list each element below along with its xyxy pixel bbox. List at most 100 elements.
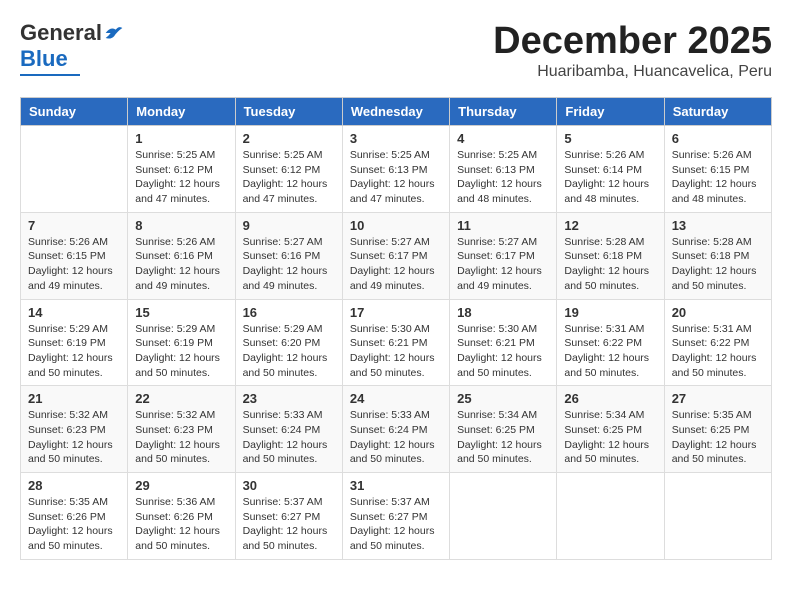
day-number: 21	[28, 391, 120, 406]
page-header: General Blue December 2025 Huaribamba, H…	[20, 20, 772, 81]
day-number: 8	[135, 218, 227, 233]
calendar-day-cell	[21, 126, 128, 213]
calendar-header-row: SundayMondayTuesdayWednesdayThursdayFrid…	[21, 98, 772, 126]
calendar-day-cell: 25Sunrise: 5:34 AM Sunset: 6:25 PM Dayli…	[450, 386, 557, 473]
calendar-table: SundayMondayTuesdayWednesdayThursdayFrid…	[20, 97, 772, 560]
calendar-day-cell: 8 Sunrise: 5:26 AM Sunset: 6:16 PM Daylig…	[128, 212, 235, 299]
calendar-day-cell: 14 Sunrise: 5:29 AM Sunset: 6:19 PM Dayli…	[21, 299, 128, 386]
day-info: Sunrise: 5:31 AM Sunset: 6:22 PM Dayligh…	[672, 322, 764, 381]
day-number: 28	[28, 478, 120, 493]
day-info: Sunrise: 5:25 AM Sunset: 6:12 PM Dayligh…	[135, 148, 227, 207]
day-info: Sunrise: 5:29 AM Sunset: 6:19 PM Dayligh…	[28, 322, 120, 381]
day-number: 26	[564, 391, 656, 406]
day-number: 16	[243, 305, 335, 320]
calendar-day-cell: 24 Sunrise: 5:33 AM Sunset: 6:24 PM Dayli…	[342, 386, 449, 473]
day-info: Sunrise: 5:35 AM Sunset: 6:25 PM Dayligh…	[672, 408, 764, 467]
day-number: 20	[672, 305, 764, 320]
calendar-day-cell: 31 Sunrise: 5:37 AM Sunset: 6:27 PM Dayli…	[342, 473, 449, 560]
calendar-day-cell: 12 Sunrise: 5:28 AM Sunset: 6:18 PM Dayli…	[557, 212, 664, 299]
calendar-day-cell: 20 Sunrise: 5:31 AM Sunset: 6:22 PM Dayli…	[664, 299, 771, 386]
calendar-day-header: Monday	[128, 98, 235, 126]
day-number: 7	[28, 218, 120, 233]
calendar-day-cell: 17Sunrise: 5:30 AM Sunset: 6:21 PM Dayli…	[342, 299, 449, 386]
day-info: Sunrise: 5:26 AM Sunset: 6:15 PM Dayligh…	[672, 148, 764, 207]
day-info: Sunrise: 5:25 AM Sunset: 6:12 PM Dayligh…	[243, 148, 335, 207]
day-info: Sunrise: 5:26 AM Sunset: 6:14 PM Dayligh…	[564, 148, 656, 207]
logo-underline	[20, 74, 80, 76]
calendar-day-cell: 23 Sunrise: 5:33 AM Sunset: 6:24 PM Dayli…	[235, 386, 342, 473]
day-info: Sunrise: 5:26 AM Sunset: 6:15 PM Dayligh…	[28, 235, 120, 294]
day-number: 19	[564, 305, 656, 320]
calendar-week-row: 21 Sunrise: 5:32 AM Sunset: 6:23 PM Dayli…	[21, 386, 772, 473]
calendar-day-cell: 4Sunrise: 5:25 AM Sunset: 6:13 PM Daylig…	[450, 126, 557, 213]
calendar-week-row: 28Sunrise: 5:35 AM Sunset: 6:26 PM Dayli…	[21, 473, 772, 560]
day-number: 3	[350, 131, 442, 146]
day-info: Sunrise: 5:33 AM Sunset: 6:24 PM Dayligh…	[350, 408, 442, 467]
title-section: December 2025 Huaribamba, Huancavelica, …	[493, 20, 772, 81]
calendar-day-cell	[664, 473, 771, 560]
day-info: Sunrise: 5:29 AM Sunset: 6:19 PM Dayligh…	[135, 322, 227, 381]
day-number: 14	[28, 305, 120, 320]
month-title: December 2025	[493, 20, 772, 63]
day-number: 24	[350, 391, 442, 406]
day-info: Sunrise: 5:29 AM Sunset: 6:20 PM Dayligh…	[243, 322, 335, 381]
day-info: Sunrise: 5:36 AM Sunset: 6:26 PM Dayligh…	[135, 495, 227, 554]
day-number: 11	[457, 218, 549, 233]
calendar-day-cell	[557, 473, 664, 560]
day-number: 25	[457, 391, 549, 406]
day-info: Sunrise: 5:30 AM Sunset: 6:21 PM Dayligh…	[457, 322, 549, 381]
calendar-day-cell: 22Sunrise: 5:32 AM Sunset: 6:23 PM Dayli…	[128, 386, 235, 473]
calendar-day-cell: 16 Sunrise: 5:29 AM Sunset: 6:20 PM Dayli…	[235, 299, 342, 386]
calendar-week-row: 7 Sunrise: 5:26 AM Sunset: 6:15 PM Daylig…	[21, 212, 772, 299]
logo-bird-icon	[104, 24, 124, 42]
day-number: 23	[243, 391, 335, 406]
day-info: Sunrise: 5:28 AM Sunset: 6:18 PM Dayligh…	[672, 235, 764, 294]
day-info: Sunrise: 5:27 AM Sunset: 6:17 PM Dayligh…	[457, 235, 549, 294]
day-number: 31	[350, 478, 442, 493]
day-number: 17	[350, 305, 442, 320]
calendar-day-cell: 6 Sunrise: 5:26 AM Sunset: 6:15 PM Daylig…	[664, 126, 771, 213]
day-number: 6	[672, 131, 764, 146]
day-number: 4	[457, 131, 549, 146]
day-info: Sunrise: 5:34 AM Sunset: 6:25 PM Dayligh…	[564, 408, 656, 467]
calendar-day-header: Saturday	[664, 98, 771, 126]
day-number: 13	[672, 218, 764, 233]
calendar-week-row: 14 Sunrise: 5:29 AM Sunset: 6:19 PM Dayli…	[21, 299, 772, 386]
calendar-day-header: Tuesday	[235, 98, 342, 126]
calendar-day-cell: 11 Sunrise: 5:27 AM Sunset: 6:17 PM Dayli…	[450, 212, 557, 299]
day-info: Sunrise: 5:27 AM Sunset: 6:17 PM Dayligh…	[350, 235, 442, 294]
calendar-day-cell: 3 Sunrise: 5:25 AM Sunset: 6:13 PM Daylig…	[342, 126, 449, 213]
calendar-day-cell: 15Sunrise: 5:29 AM Sunset: 6:19 PM Dayli…	[128, 299, 235, 386]
calendar-day-cell: 19 Sunrise: 5:31 AM Sunset: 6:22 PM Dayli…	[557, 299, 664, 386]
calendar-day-cell: 2Sunrise: 5:25 AM Sunset: 6:12 PM Daylig…	[235, 126, 342, 213]
day-info: Sunrise: 5:37 AM Sunset: 6:27 PM Dayligh…	[350, 495, 442, 554]
calendar-day-cell: 7 Sunrise: 5:26 AM Sunset: 6:15 PM Daylig…	[21, 212, 128, 299]
calendar-day-cell: 10 Sunrise: 5:27 AM Sunset: 6:17 PM Dayli…	[342, 212, 449, 299]
day-number: 12	[564, 218, 656, 233]
calendar-day-header: Thursday	[450, 98, 557, 126]
calendar-day-cell: 30 Sunrise: 5:37 AM Sunset: 6:27 PM Dayli…	[235, 473, 342, 560]
day-info: Sunrise: 5:33 AM Sunset: 6:24 PM Dayligh…	[243, 408, 335, 467]
calendar-day-cell: 9 Sunrise: 5:27 AM Sunset: 6:16 PM Daylig…	[235, 212, 342, 299]
day-info: Sunrise: 5:32 AM Sunset: 6:23 PM Dayligh…	[135, 408, 227, 467]
day-number: 27	[672, 391, 764, 406]
day-info: Sunrise: 5:26 AM Sunset: 6:16 PM Dayligh…	[135, 235, 227, 294]
calendar-day-cell: 5 Sunrise: 5:26 AM Sunset: 6:14 PM Daylig…	[557, 126, 664, 213]
day-number: 5	[564, 131, 656, 146]
calendar-day-cell: 18Sunrise: 5:30 AM Sunset: 6:21 PM Dayli…	[450, 299, 557, 386]
day-info: Sunrise: 5:31 AM Sunset: 6:22 PM Dayligh…	[564, 322, 656, 381]
calendar-day-cell	[450, 473, 557, 560]
day-number: 10	[350, 218, 442, 233]
calendar-day-cell: 21Sunrise: 5:32 AM Sunset: 6:23 PM Dayli…	[21, 386, 128, 473]
day-info: Sunrise: 5:37 AM Sunset: 6:27 PM Dayligh…	[243, 495, 335, 554]
calendar-day-header: Sunday	[21, 98, 128, 126]
location-title: Huaribamba, Huancavelica, Peru	[493, 63, 772, 81]
day-info: Sunrise: 5:25 AM Sunset: 6:13 PM Dayligh…	[350, 148, 442, 207]
day-number: 9	[243, 218, 335, 233]
logo-general: General	[20, 20, 102, 46]
day-info: Sunrise: 5:27 AM Sunset: 6:16 PM Dayligh…	[243, 235, 335, 294]
logo: General Blue	[20, 20, 124, 76]
day-number: 30	[243, 478, 335, 493]
day-info: Sunrise: 5:28 AM Sunset: 6:18 PM Dayligh…	[564, 235, 656, 294]
calendar-day-header: Wednesday	[342, 98, 449, 126]
